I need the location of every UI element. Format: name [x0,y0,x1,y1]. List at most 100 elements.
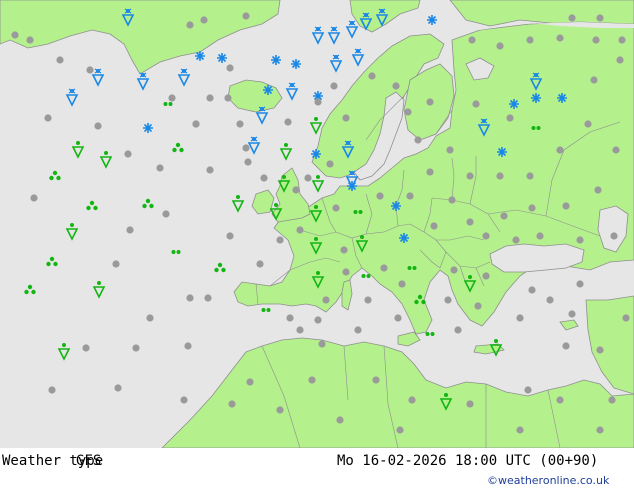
snow-symbol [351,48,365,67]
greenland-land [0,0,281,75]
dry-symbol [206,94,214,102]
dry-symbol [556,396,564,404]
dry-symbol [526,172,534,180]
snow-shower-symbol [263,85,273,95]
snow-symbol [311,26,325,45]
dry-symbol [466,400,474,408]
dry-symbol [576,236,584,244]
weather-map [0,0,634,449]
dry-symbol [524,386,532,394]
dry-symbol [404,108,412,116]
dry-symbol [562,202,570,210]
dry-symbol [112,260,120,268]
snow-shower-symbol [497,147,507,157]
shower-symbol [24,284,36,295]
dry-symbol [206,166,214,174]
dry-symbol [568,310,576,318]
drizzle-symbol [425,332,435,336]
dry-symbol [244,158,252,166]
shower-symbol [86,200,98,211]
dry-symbol [516,426,524,434]
dry-symbol [448,196,456,204]
credit-link[interactable]: ©weatheronline.co.uk [487,474,609,487]
dry-symbol [596,346,604,354]
dry-symbol [180,396,188,404]
snow-shower-symbol [427,15,437,25]
snow-shower-symbol [291,59,301,69]
dry-symbol [162,210,170,218]
dry-symbol [256,260,264,268]
dry-symbol [368,72,376,80]
dry-symbol [186,294,194,302]
dry-symbol [48,386,56,394]
dry-symbol [354,326,362,334]
snow-shower-symbol [557,93,567,103]
dry-symbol [622,314,630,322]
dry-symbol [528,286,536,294]
rain-symbol [231,195,245,213]
dry-symbol [314,316,322,324]
drizzle-symbol [261,308,271,312]
snow-shower-symbol [399,233,409,243]
snow-symbol [136,72,150,91]
dry-symbol [450,266,458,274]
dry-symbol [56,56,64,64]
shower-symbol [172,142,184,153]
snow-shower-symbol [143,123,153,133]
dry-symbol [94,122,102,130]
dry-symbol [376,192,384,200]
valid-time: Mo 16-02-2026 18:00 UTC (00+90) [337,453,599,469]
rain-symbol [65,223,79,241]
shower-symbol [49,170,61,181]
snow-symbol [285,82,299,101]
snow-shower-symbol [195,51,205,61]
dry-symbol [30,194,38,202]
dry-symbol [612,146,620,154]
black-sea [489,243,585,273]
snow-shower-symbol [271,55,281,65]
dry-symbol [444,296,452,304]
snow-symbol [329,54,343,73]
corsica-sardinia-land [341,279,353,311]
dry-symbol [308,376,316,384]
drizzle-symbol [163,102,173,106]
dry-symbol [556,34,564,42]
dry-symbol [466,172,474,180]
dry-symbol [528,204,536,212]
landmasses [0,0,634,449]
dry-symbol [364,296,372,304]
dry-symbol [296,226,304,234]
dry-symbol [372,376,380,384]
dry-symbol [186,21,194,29]
dry-symbol [482,272,490,280]
dry-symbol [584,120,592,128]
snow-shower-symbol [531,93,541,103]
map-footer: Weather type GFS Mo 16-02-2026 18:00 UTC… [0,448,634,490]
snow-symbol [327,26,341,45]
dry-symbol [342,114,350,122]
dry-symbol [146,314,154,322]
dry-symbol [192,120,200,128]
shower-symbol [214,262,226,273]
dry-symbol [204,294,212,302]
dry-symbol [340,246,348,254]
dry-symbol [426,98,434,106]
dry-symbol [594,186,602,194]
dry-symbol [474,302,482,310]
dry-symbol [226,232,234,240]
dry-symbol [380,264,388,272]
model-name: GFS [76,453,102,469]
dry-symbol [610,232,618,240]
dry-symbol [156,164,164,172]
dry-symbol [168,94,176,102]
dry-symbol [184,342,192,350]
dry-symbol [292,186,300,194]
shower-symbol [142,198,154,209]
dry-symbol [276,236,284,244]
dry-symbol [536,232,544,240]
dry-symbol [228,400,236,408]
snow-shower-symbol [391,201,401,211]
dry-symbol [414,136,422,144]
map-canvas [0,0,634,449]
rain-symbol [279,143,293,161]
